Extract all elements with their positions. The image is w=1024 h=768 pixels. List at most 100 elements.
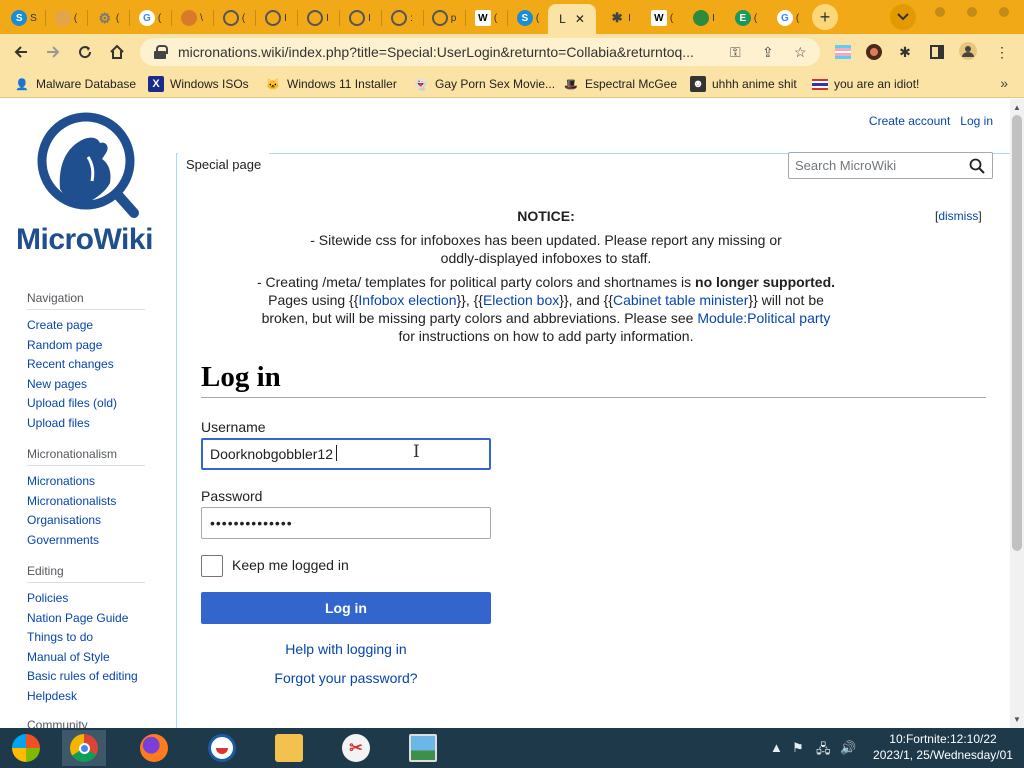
home-button[interactable] (104, 39, 130, 65)
log-in-link[interactable]: Log in (960, 114, 993, 128)
star-icon[interactable]: ☆ (794, 44, 807, 61)
extension-flag-icon[interactable] (834, 43, 852, 61)
browser-tab-1[interactable]: ( (46, 4, 86, 32)
browser-tab-9[interactable]: : (382, 4, 422, 32)
close-window-button[interactable] (999, 7, 1009, 17)
browser-tab-right-2[interactable]: I (684, 4, 724, 32)
sidebar-item-organisations[interactable]: Organisations (27, 511, 145, 531)
forward-button[interactable] (40, 39, 66, 65)
help-logging-in-link[interactable]: Help with logging in (201, 641, 491, 657)
taskbar-chrome[interactable] (62, 730, 106, 766)
taskbar-firefox[interactable] (132, 730, 176, 766)
search-input[interactable] (795, 158, 965, 173)
political-party-module-link[interactable]: Module:Political party (697, 310, 830, 326)
browser-tab-4[interactable]: \ (172, 4, 212, 32)
browser-tab-12[interactable]: S( (508, 4, 548, 32)
share-icon[interactable]: ⇪ (762, 44, 774, 61)
username-field[interactable] (201, 438, 491, 470)
forgot-password-link[interactable]: Forgot your password? (201, 670, 491, 686)
bookmark-item[interactable]: 🎩 Espectral McGee (563, 75, 677, 93)
tab-special-page[interactable]: Special page (178, 149, 270, 179)
logo-text[interactable]: MicroWiki (16, 223, 153, 257)
new-tab-button[interactable]: + (812, 4, 838, 30)
sidebar-item-manual-of-style[interactable]: Manual of Style (27, 648, 145, 668)
back-button[interactable] (8, 39, 34, 65)
microwiki-logo[interactable] (36, 111, 140, 221)
tray-volume-icon[interactable]: 🔊 (840, 740, 856, 756)
browser-tab-right-0[interactable]: ✱ I (600, 4, 640, 32)
browser-tab-10[interactable]: p (424, 4, 464, 32)
browser-tab-6[interactable]: I (256, 4, 296, 32)
sidebar-item-policies[interactable]: Policies (27, 589, 145, 609)
election-box-link[interactable]: Election box (483, 292, 559, 308)
tray-overflow-icon[interactable]: ▲ (770, 740, 783, 755)
minimize-button[interactable] (935, 7, 945, 17)
sidebar-item-random-page[interactable]: Random page (27, 336, 145, 356)
cabinet-table-minister-link[interactable]: Cabinet table minister (613, 292, 748, 308)
bookmark-item[interactable]: X Windows ISOs (148, 75, 249, 93)
sidebar-item-micronations[interactable]: Micronations (27, 472, 145, 492)
kebab-menu-icon[interactable]: ⋮ (993, 43, 1011, 61)
sidebar-item-upload-files[interactable]: Upload files (27, 414, 145, 434)
address-bar[interactable]: micronations.wiki/index.php?title=Specia… (140, 38, 820, 66)
sidebar-item-upload-files-old[interactable]: Upload files (old) (27, 394, 145, 414)
dismiss-link[interactable]: dismiss (938, 209, 978, 223)
side-panel-icon[interactable] (928, 43, 946, 61)
tray-network-icon[interactable]: 🖧 (816, 740, 831, 762)
browser-tab-11[interactable]: W( (466, 4, 506, 32)
browser-tab-right-1[interactable]: W( (642, 4, 682, 32)
bookmarks-overflow-button[interactable]: » (1000, 75, 1008, 91)
scroll-down-arrow-icon[interactable]: ▼ (1013, 715, 1021, 724)
search-box[interactable] (788, 152, 993, 179)
tab-search-button[interactable] (890, 4, 916, 30)
taskbar-image-viewer[interactable] (401, 730, 445, 766)
page-scrollbar[interactable]: ▲ ▼ (1010, 99, 1024, 728)
taskbar-clock[interactable]: 10:Fortnite:12:10/22 2023/1, 25/Wednesda… (868, 731, 1018, 763)
sidebar-item-governments[interactable]: Governments (27, 531, 145, 551)
browser-tab-8[interactable]: I (340, 4, 380, 32)
taskbar-app-circle[interactable] (200, 730, 244, 766)
scroll-thumb[interactable] (1012, 115, 1022, 551)
url-text[interactable]: micronations.wiki/index.php?title=Specia… (178, 44, 728, 60)
taskbar-snipping-tool[interactable]: ✂ (334, 730, 378, 766)
lock-icon[interactable] (154, 45, 168, 59)
bookmark-item[interactable]: 👻 Gay Porn Sex Movie... (413, 75, 555, 93)
login-button[interactable]: Log in (201, 592, 491, 624)
password-field[interactable] (201, 507, 491, 539)
search-icon[interactable] (969, 158, 985, 174)
browser-tab-2[interactable]: ⚙( (88, 4, 128, 32)
sidebar-item-recent-changes[interactable]: Recent changes (27, 355, 145, 375)
bookmark-item[interactable]: you are an idiot! (812, 75, 919, 93)
bookmark-item[interactable]: 👤 Malware Database (14, 75, 136, 93)
keep-logged-in-label[interactable]: Keep me logged in (232, 557, 349, 573)
browser-tab-right-3[interactable]: E( (726, 4, 766, 32)
sidebar-item-micronationalists[interactable]: Micronationalists (27, 492, 145, 512)
infobox-election-link[interactable]: Infobox election (358, 292, 456, 308)
browser-tab-5[interactable]: ( (214, 4, 254, 32)
tray-flag-icon[interactable]: ⚑ (792, 740, 804, 756)
extension-avatar-icon[interactable] (865, 43, 883, 61)
taskbar-start-button[interactable] (4, 730, 48, 766)
close-tab-icon[interactable]: ✕ (575, 12, 585, 26)
browser-tab-7[interactable]: I (298, 4, 338, 32)
keep-logged-in-checkbox[interactable] (201, 555, 223, 577)
sidebar-item-things-to-do[interactable]: Things to do (27, 628, 145, 648)
tab-active-login[interactable]: L ✕ (548, 4, 596, 34)
browser-tab-0[interactable]: SS (4, 4, 44, 32)
scroll-up-arrow-icon[interactable]: ▲ (1013, 103, 1021, 112)
browser-tab-right-4[interactable]: G( (768, 4, 808, 32)
extensions-puzzle-icon[interactable]: ✱ (896, 43, 914, 61)
bookmark-item[interactable]: 🐱 Windows 11 Installer (265, 75, 397, 93)
sidebar-item-helpdesk[interactable]: Helpdesk (27, 687, 145, 707)
sidebar-item-nation-page-guide[interactable]: Nation Page Guide (27, 609, 145, 629)
sidebar-item-create-page[interactable]: Create page (27, 316, 145, 336)
profile-icon[interactable] (959, 42, 977, 60)
key-icon[interactable]: ⚿ (730, 44, 741, 61)
sidebar-item-new-pages[interactable]: New pages (27, 375, 145, 395)
create-account-link[interactable]: Create account (869, 114, 950, 128)
browser-tab-3[interactable]: G( (130, 4, 170, 32)
taskbar-file-explorer[interactable] (267, 730, 311, 766)
reload-button[interactable] (72, 39, 98, 65)
sidebar-item-basic-rules[interactable]: Basic rules of editing (27, 667, 145, 687)
bookmark-item[interactable]: ☻ uhhh anime shit (690, 75, 797, 93)
